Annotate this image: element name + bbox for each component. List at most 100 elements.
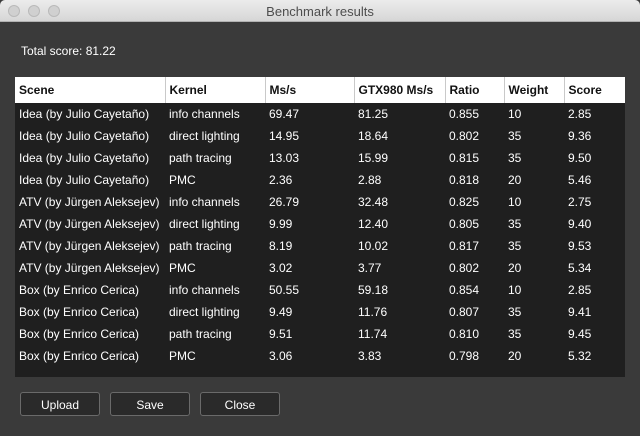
cell-score: 9.53 <box>568 239 592 253</box>
cell-gtx980-ms-s: 10.02 <box>358 239 389 253</box>
close-button[interactable]: Close <box>200 392 280 416</box>
cell-scene: ATV (by Jürgen Aleksejev) <box>19 261 160 275</box>
cell-weight: 10 <box>508 195 522 209</box>
cell-scene: ATV (by Jürgen Aleksejev) <box>19 217 160 231</box>
table-row[interactable]: ATV (by Jürgen Aleksejev) PMC 3.02 3.77 0.80… <box>15 257 625 279</box>
cell-kernel: direct lighting <box>169 305 240 319</box>
cell-weight: 35 <box>508 151 522 165</box>
column-header-kernel[interactable]: Kernel <box>165 77 266 103</box>
cell-kernel: PMC <box>169 349 196 363</box>
table-row[interactable]: Idea (by Julio Cayetaño) direct lighting 1… <box>15 125 625 147</box>
cell-weight: 35 <box>508 305 522 319</box>
cell-ms-s: 2.36 <box>269 173 293 187</box>
cell-gtx980-ms-s: 2.88 <box>358 173 382 187</box>
cell-gtx980-ms-s: 59.18 <box>358 283 389 297</box>
cell-ms-s: 9.99 <box>269 217 293 231</box>
cell-gtx980-ms-s: 12.40 <box>358 217 389 231</box>
cell-score: 2.85 <box>568 107 592 121</box>
cell-ms-s: 69.47 <box>269 107 300 121</box>
cell-ratio: 0.815 <box>449 151 480 165</box>
title-bar[interactable]: Benchmark results <box>0 0 640 22</box>
cell-gtx980-ms-s: 18.64 <box>358 129 389 143</box>
cell-score: 5.46 <box>568 173 592 187</box>
cell-weight: 20 <box>508 173 522 187</box>
cell-kernel: path tracing <box>169 151 232 165</box>
cell-weight: 10 <box>508 283 522 297</box>
cell-scene: Idea (by Julio Cayetaño) <box>19 173 150 187</box>
cell-scene: Box (by Enrico Cerica) <box>19 327 140 341</box>
table-row[interactable]: Box (by Enrico Cerica) direct lighting 9.4… <box>15 301 625 323</box>
cell-scene: Idea (by Julio Cayetaño) <box>19 107 150 121</box>
cell-weight: 35 <box>508 239 522 253</box>
column-header-gtx980-ms-s[interactable]: GTX980 Ms/s <box>354 77 446 103</box>
cell-ratio: 0.855 <box>449 107 480 121</box>
cell-kernel: path tracing <box>169 239 232 253</box>
table-row[interactable]: Idea (by Julio Cayetaño) PMC 2.36 2.88 0.818… <box>15 169 625 191</box>
cell-kernel: info channels <box>169 195 240 209</box>
cell-score: 9.36 <box>568 129 592 143</box>
table-row[interactable]: ATV (by Jürgen Aleksejev) path tracing 8.1… <box>15 235 625 257</box>
cell-ms-s: 14.95 <box>269 129 300 143</box>
save-button[interactable]: Save <box>110 392 190 416</box>
table-row[interactable]: Box (by Enrico Cerica) path tracing 9.51 11… <box>15 323 625 345</box>
cell-ms-s: 8.19 <box>269 239 293 253</box>
cell-ratio: 0.817 <box>449 239 480 253</box>
cell-gtx980-ms-s: 15.99 <box>358 151 389 165</box>
cell-ratio: 0.805 <box>449 217 480 231</box>
cell-ratio: 0.854 <box>449 283 480 297</box>
table-row[interactable]: ATV (by Jürgen Aleksejev) direct lighting… <box>15 213 625 235</box>
cell-scene: ATV (by Jürgen Aleksejev) <box>19 195 160 209</box>
cell-weight: 10 <box>508 107 522 121</box>
cell-weight: 35 <box>508 129 522 143</box>
upload-button[interactable]: Upload <box>20 392 100 416</box>
cell-ratio: 0.798 <box>449 349 480 363</box>
cell-score: 2.85 <box>568 283 592 297</box>
cell-ratio: 0.802 <box>449 129 480 143</box>
table-row[interactable]: Box (by Enrico Cerica) info channels 50.55… <box>15 279 625 301</box>
column-header-score[interactable]: Score <box>564 77 625 103</box>
column-header-scene[interactable]: Scene <box>15 77 166 103</box>
cell-gtx980-ms-s: 11.74 <box>358 327 388 341</box>
table-header: Scene Kernel Ms/s GTX980 Ms/s Ratio Weight Sco… <box>15 77 625 103</box>
cell-gtx980-ms-s: 3.77 <box>358 261 382 275</box>
cell-scene: Box (by Enrico Cerica) <box>19 305 140 319</box>
cell-weight: 20 <box>508 349 522 363</box>
cell-score: 2.75 <box>568 195 592 209</box>
cell-ratio: 0.810 <box>449 327 480 341</box>
button-bar: Upload Save Close <box>0 392 640 416</box>
column-header-ratio[interactable]: Ratio <box>445 77 505 103</box>
column-header-weight[interactable]: Weight <box>504 77 565 103</box>
cell-kernel: info channels <box>169 107 240 121</box>
cell-score: 5.32 <box>568 349 592 363</box>
cell-kernel: direct lighting <box>169 129 240 143</box>
cell-scene: Idea (by Julio Cayetaño) <box>19 129 150 143</box>
table-row[interactable]: ATV (by Jürgen Aleksejev) info channels 26… <box>15 191 625 213</box>
cell-score: 5.34 <box>568 261 592 275</box>
column-header-ms-s[interactable]: Ms/s <box>265 77 355 103</box>
benchmark-window: Benchmark results Total score: 81.22 Sce… <box>0 0 640 436</box>
cell-score: 9.41 <box>568 305 592 319</box>
cell-ms-s: 3.06 <box>269 349 293 363</box>
cell-scene: Box (by Enrico Cerica) <box>19 283 140 297</box>
cell-kernel: path tracing <box>169 327 232 341</box>
cell-kernel: PMC <box>169 173 196 187</box>
table-body: Idea (by Julio Cayetaño) info channels 69.… <box>15 103 625 367</box>
cell-score: 9.50 <box>568 151 592 165</box>
cell-gtx980-ms-s: 32.48 <box>358 195 389 209</box>
cell-ms-s: 9.51 <box>269 327 293 341</box>
cell-gtx980-ms-s: 81.25 <box>358 107 389 121</box>
cell-ms-s: 9.49 <box>269 305 293 319</box>
cell-kernel: direct lighting <box>169 217 240 231</box>
table-row[interactable]: Idea (by Julio Cayetaño) path tracing 13.0… <box>15 147 625 169</box>
table-row[interactable]: Idea (by Julio Cayetaño) info channels 69.… <box>15 103 625 125</box>
table-row[interactable]: Box (by Enrico Cerica) PMC 3.06 3.83 0.798 20… <box>15 345 625 367</box>
cell-scene: Idea (by Julio Cayetaño) <box>19 151 150 165</box>
cell-kernel: info channels <box>169 283 240 297</box>
cell-ms-s: 50.55 <box>269 283 300 297</box>
results-table[interactable]: Scene Kernel Ms/s GTX980 Ms/s Ratio Weight Sco… <box>15 77 625 377</box>
cell-score: 9.40 <box>568 217 592 231</box>
cell-score: 9.45 <box>568 327 592 341</box>
cell-ratio: 0.802 <box>449 261 480 275</box>
cell-weight: 20 <box>508 261 522 275</box>
cell-weight: 35 <box>508 217 522 231</box>
